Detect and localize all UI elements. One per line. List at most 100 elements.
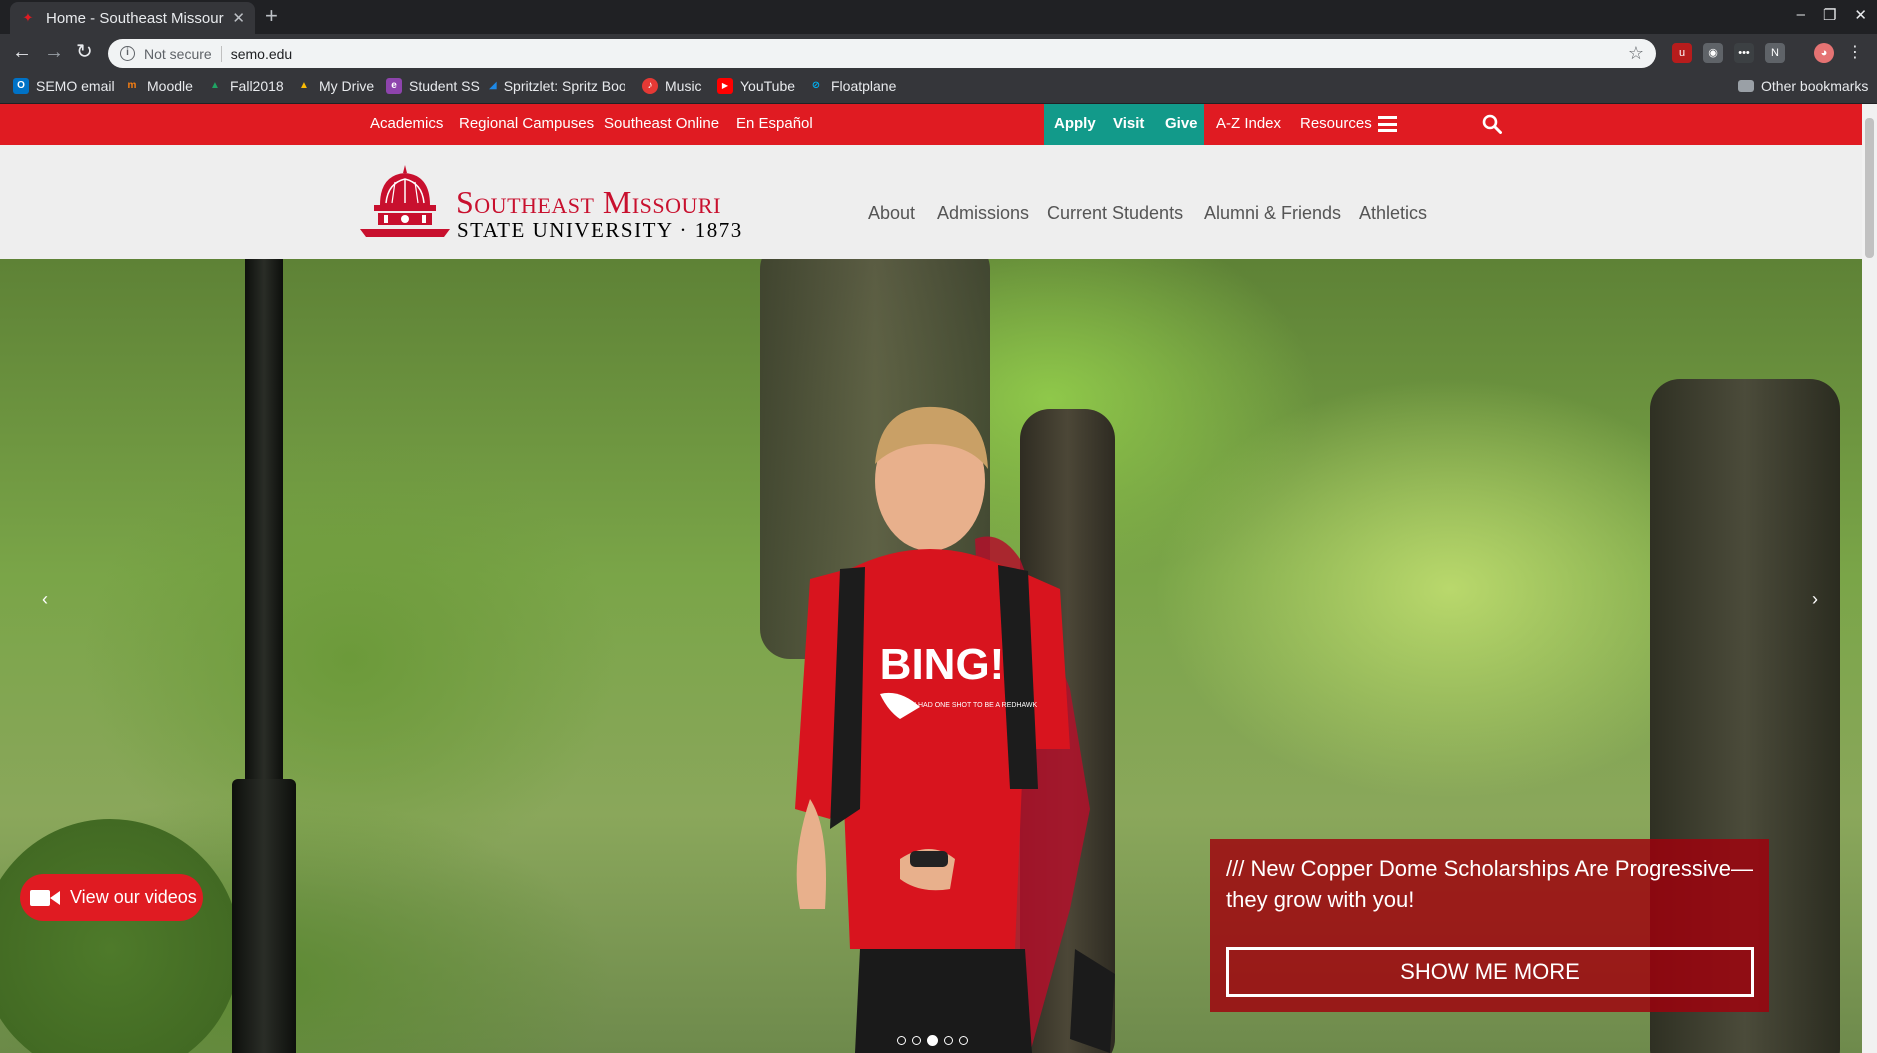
outlook-icon: O [13, 78, 29, 94]
slide-indicators [897, 1035, 968, 1046]
bookmark-label: Spritzlet: Spritz Boo [503, 78, 625, 94]
view-videos-label: View our videos [70, 887, 197, 907]
nav-en-espanol[interactable]: En Español [736, 115, 813, 132]
logo-line2: STATE UNIVERSITY · 1873 [457, 218, 743, 242]
nav-academics[interactable]: Academics [370, 115, 443, 132]
nav-athletics[interactable]: Athletics [1359, 203, 1427, 224]
hero-slider: BING! IF YOU HAD ONE SHOT TO BE A REDHAW… [0, 259, 1862, 1053]
profile-avatar[interactable]: ◕ [1814, 43, 1834, 63]
slide-dot-4[interactable] [944, 1036, 953, 1045]
security-label: Not secure [144, 45, 212, 62]
address-bar[interactable]: i Not secure semo.edu ☆ [108, 39, 1656, 68]
tab-close-icon[interactable]: ✕ [232, 9, 245, 27]
other-bookmarks-label: Other bookmarks [1761, 78, 1869, 94]
nav-current-students[interactable]: Current Students [1047, 203, 1183, 224]
browser-toolbar: ← → ↻ i Not secure semo.edu ☆ u ◉ ••• N … [0, 34, 1877, 72]
bookmark-label: Music [665, 78, 702, 94]
shield-extension-icon[interactable]: ◉ [1703, 43, 1723, 63]
e-icon: e [386, 78, 402, 94]
slide-dot-5[interactable] [959, 1036, 968, 1045]
view-videos-button[interactable]: View our videos [20, 874, 203, 921]
copper-dome-icon [360, 165, 450, 237]
music-icon: ♪ [642, 78, 658, 94]
bookmark-label: Moodle [147, 78, 193, 94]
drive-icon: ▲ [210, 80, 220, 91]
hero-caption: /// New Copper Dome Scholarships Are Pro… [1226, 856, 1753, 912]
search-icon[interactable] [1482, 114, 1502, 134]
page-scrollbar[interactable] [1862, 104, 1877, 1053]
drive-icon: ▲ [299, 80, 309, 91]
bookmark-star-icon[interactable]: ☆ [1628, 43, 1644, 64]
info-icon[interactable]: i [120, 46, 135, 61]
more-extension-icon[interactable]: ••• [1734, 43, 1754, 63]
bookmark-spritzlet[interactable]: ◢ Spritzlet: Spritz Boo [489, 78, 625, 94]
youtube-icon: ▶ [717, 78, 733, 94]
prev-slide-arrow[interactable]: ‹ [42, 589, 48, 610]
extension-icon[interactable]: N [1765, 43, 1785, 63]
bookmark-student-ss[interactable]: e Student SS [386, 78, 480, 94]
nav-az-index[interactable]: A-Z Index [1216, 115, 1281, 132]
forward-arrow-icon[interactable]: → [44, 40, 64, 64]
nav-southeast-online[interactable]: Southeast Online [604, 115, 719, 132]
browser-tab[interactable]: ✦ Home - Southeast Missouri St ✕ [10, 2, 255, 34]
scrollbar-thumb[interactable] [1865, 118, 1874, 258]
bookmark-label: Student SS [409, 78, 480, 94]
slide-dot-2[interactable] [912, 1036, 921, 1045]
bookmarks-bar: O SEMO email m Moodle ▲ Fall2018 ▲ My Dr… [0, 72, 1877, 104]
bookmark-fall2018[interactable]: ▲ Fall2018 [207, 78, 284, 94]
bookmark-label: Fall2018 [230, 78, 284, 94]
nav-about[interactable]: About [868, 203, 915, 224]
site-header: Southeast Missouri STATE UNIVERSITY · 18… [0, 145, 1862, 259]
next-slide-arrow[interactable]: › [1812, 589, 1818, 610]
bookmark-music[interactable]: ♪ Music [642, 78, 702, 94]
ublock-extension-icon[interactable]: u [1672, 43, 1692, 63]
browser-tab-bar: ✦ Home - Southeast Missouri St ✕ + – ❐ ✕ [0, 0, 1877, 34]
floatplane-icon: ⊘ [811, 80, 821, 91]
minimize-icon[interactable]: – [1797, 6, 1805, 24]
nav-resources[interactable]: Resources [1300, 115, 1372, 132]
shirt-text: BING! [880, 640, 1005, 689]
back-arrow-icon[interactable]: ← [12, 40, 32, 64]
moodle-icon: m [127, 80, 137, 91]
semo-favicon-icon: ✦ [22, 10, 34, 25]
address-separator [220, 45, 222, 62]
window-controls: – ❐ ✕ [1797, 6, 1867, 24]
other-bookmarks[interactable]: Other bookmarks [1738, 78, 1868, 94]
reload-icon[interactable]: ↻ [76, 40, 93, 64]
lamp-post-base [232, 779, 296, 1053]
bookmark-label: My Drive [319, 78, 375, 94]
nav-alumni-friends[interactable]: Alumni & Friends [1204, 203, 1341, 224]
student-photo: BING! IF YOU HAD ONE SHOT TO BE A REDHAW… [795, 406, 1115, 1053]
hero-caption-box: /// New Copper Dome Scholarships Are Pro… [1210, 839, 1769, 1012]
university-logo[interactable]: Southeast Missouri STATE UNIVERSITY · 18… [360, 163, 795, 243]
bookmark-semo-email[interactable]: O SEMO email [13, 78, 115, 94]
logo-line1: Southeast Missouri [456, 184, 721, 220]
url-text[interactable]: semo.edu [231, 46, 1628, 62]
tab-title: Home - Southeast Missouri St [46, 9, 225, 27]
cta-group: Apply Visit Give [1044, 104, 1204, 145]
give-button[interactable]: Give [1165, 115, 1198, 132]
show-me-more-button[interactable]: SHOW ME MORE [1226, 947, 1754, 997]
new-tab-button[interactable]: + [265, 3, 278, 29]
close-window-icon[interactable]: ✕ [1854, 6, 1867, 24]
folder-icon [1738, 80, 1754, 92]
slide-dot-1[interactable] [897, 1036, 906, 1045]
menu-icon[interactable] [1378, 116, 1397, 132]
nav-admissions[interactable]: Admissions [937, 203, 1029, 224]
nav-regional-campuses[interactable]: Regional Campuses [459, 115, 594, 132]
slide-dot-3[interactable] [927, 1035, 938, 1046]
spritz-icon: ◢ [489, 80, 497, 91]
video-camera-icon [30, 889, 60, 906]
bookmark-label: SEMO email [36, 78, 115, 94]
bookmark-label: YouTube [740, 78, 796, 94]
bookmark-floatplane[interactable]: ⊘ Floatplane [808, 78, 897, 94]
utility-bar: Academics Regional Campuses Southeast On… [0, 104, 1862, 145]
restore-icon[interactable]: ❐ [1823, 6, 1836, 24]
bookmark-label: Floatplane [831, 78, 897, 94]
browser-menu-icon[interactable]: ⋮ [1845, 43, 1865, 63]
bookmark-youtube[interactable]: ▶ YouTube [717, 78, 795, 94]
bookmark-my-drive[interactable]: ▲ My Drive [296, 78, 374, 94]
apply-button[interactable]: Apply [1054, 115, 1096, 132]
bookmark-moodle[interactable]: m Moodle [124, 78, 193, 94]
visit-button[interactable]: Visit [1113, 115, 1144, 132]
